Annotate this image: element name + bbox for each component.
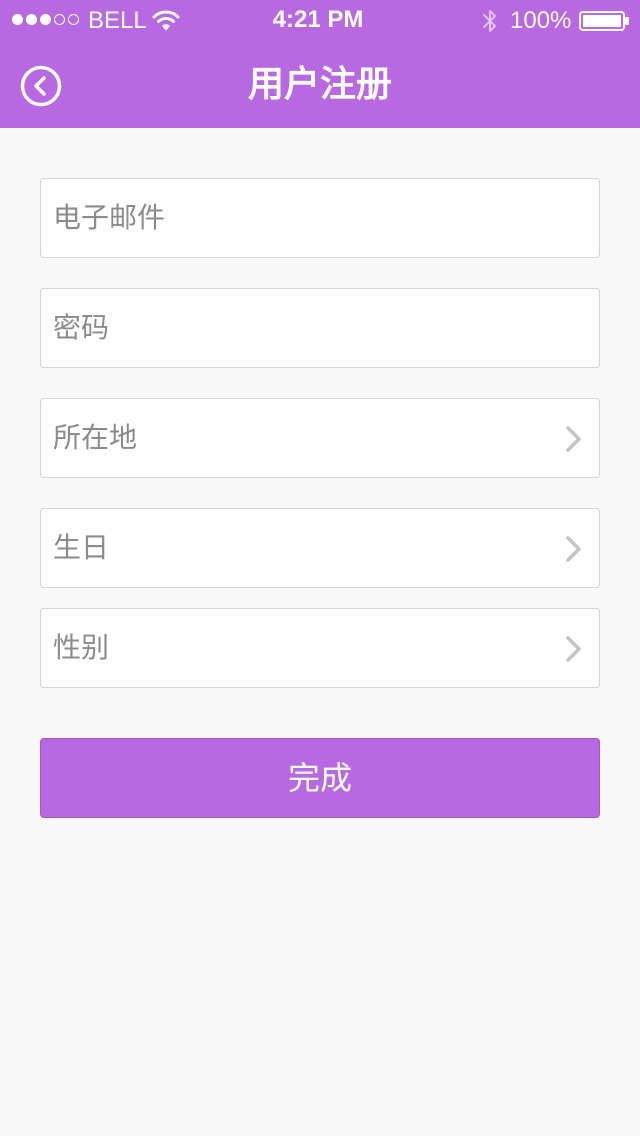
battery-icon — [579, 11, 629, 31]
back-button[interactable] — [20, 65, 62, 107]
password-field[interactable]: 密码 — [40, 288, 600, 368]
battery-percentage: 100% — [510, 7, 572, 34]
bluetooth-icon — [483, 10, 496, 32]
chevron-right-icon — [566, 636, 581, 662]
submit-button[interactable]: 完成 — [40, 738, 600, 818]
location-label: 所在地 — [53, 421, 138, 454]
status-time: 4:21 PM — [272, 6, 364, 33]
chevron-right-icon — [566, 426, 581, 452]
page-title: 用户注册 — [247, 64, 392, 105]
chevron-right-icon — [566, 536, 581, 562]
registration-screen: BELL 4:21 PM 100% 用户注册 电子邮件 密码 所在地 生日 性别… — [0, 0, 640, 1136]
birthday-label: 生日 — [53, 531, 110, 564]
email-placeholder: 电子邮件 — [53, 201, 166, 234]
header: BELL 4:21 PM 100% 用户注册 — [0, 0, 640, 128]
location-select[interactable]: 所在地 — [40, 398, 600, 478]
signal-strength-icon — [12, 14, 79, 26]
gender-select[interactable]: 性别 — [40, 608, 600, 688]
status-bar: BELL 4:21 PM 100% — [0, 0, 640, 40]
wifi-icon — [152, 10, 180, 31]
carrier-name: BELL — [88, 7, 147, 34]
birthday-select[interactable]: 生日 — [40, 508, 600, 588]
password-placeholder: 密码 — [53, 311, 110, 344]
email-field[interactable]: 电子邮件 — [40, 178, 600, 258]
gender-label: 性别 — [53, 631, 110, 664]
